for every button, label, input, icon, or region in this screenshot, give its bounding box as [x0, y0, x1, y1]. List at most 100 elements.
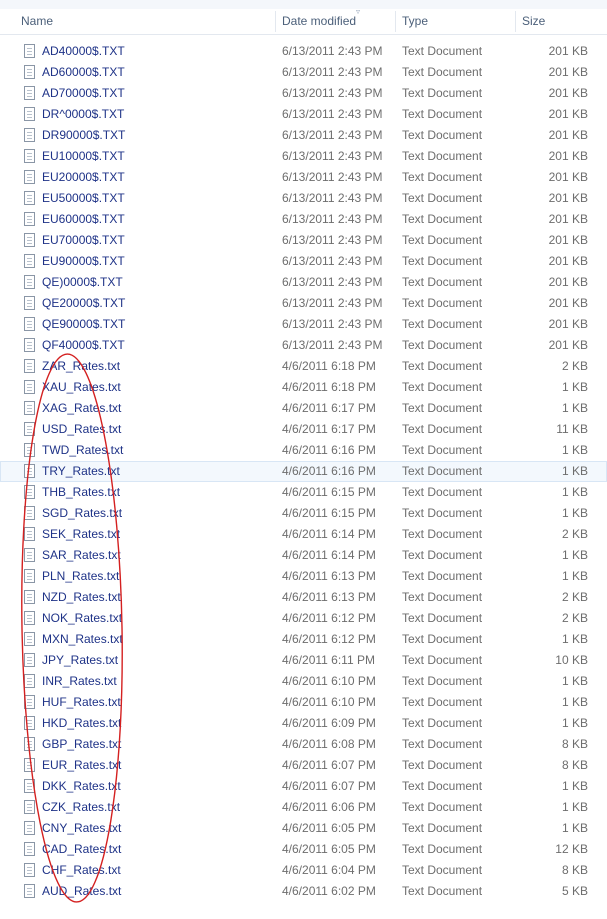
file-row[interactable]: USD_Rates.txt 4/6/2011 6:17 PM Text Docume…: [0, 419, 607, 440]
file-name: AD70000$.TXT: [42, 86, 125, 100]
file-row[interactable]: GBP_Rates.txt 4/6/2011 6:08 PM Text Docume…: [0, 734, 607, 755]
text-document-icon: [24, 464, 35, 478]
file-row[interactable]: TWD_Rates.txt 4/6/2011 6:16 PM Text Docume…: [0, 440, 607, 461]
text-document-icon: [24, 254, 35, 268]
file-size: 201 KB: [548, 212, 588, 226]
file-row[interactable]: AD60000$.TXT 6/13/2011 2:43 PM Text Docume…: [0, 62, 607, 83]
file-row[interactable]: QE)0000$.TXT 6/13/2011 2:43 PM Text Docume…: [0, 272, 607, 293]
file-name: CNY_Rates.txt: [42, 821, 122, 835]
file-row[interactable]: EU90000$.TXT 6/13/2011 2:43 PM Text Docume…: [0, 251, 607, 272]
file-name: SEK_Rates.txt: [42, 527, 121, 541]
file-row[interactable]: AD40000$.TXT 6/13/2011 2:43 PM Text Docume…: [0, 41, 607, 62]
file-date-modified: 4/6/2011 6:09 PM: [282, 716, 376, 730]
sort-indicator-icon: ▿: [356, 7, 361, 16]
file-row[interactable]: NOK_Rates.txt 4/6/2011 6:12 PM Text Docume…: [0, 608, 607, 629]
file-row[interactable]: DKK_Rates.txt 4/6/2011 6:07 PM Text Docume…: [0, 776, 607, 797]
text-document-icon: [24, 653, 35, 667]
file-row[interactable]: JPY_Rates.txt 4/6/2011 6:11 PM Text Docume…: [0, 650, 607, 671]
file-name: CAD_Rates.txt: [42, 842, 122, 856]
file-type: Text Document: [402, 254, 483, 268]
file-row[interactable]: QE20000$.TXT 6/13/2011 2:43 PM Text Docume…: [0, 293, 607, 314]
file-row[interactable]: CHF_Rates.txt 4/6/2011 6:04 PM Text Docume…: [0, 860, 607, 881]
file-name: CZK_Rates.txt: [42, 800, 121, 814]
file-size: 2 KB: [561, 359, 588, 373]
file-type: Text Document: [402, 884, 483, 898]
file-type: Text Document: [402, 86, 483, 100]
file-name: GBP_Rates.txt: [42, 737, 122, 751]
file-row[interactable]: XAG_Rates.txt 4/6/2011 6:17 PM Text Docume…: [0, 398, 607, 419]
column-header-type[interactable]: Type: [402, 9, 428, 34]
file-date-modified: 4/6/2011 6:10 PM: [282, 674, 376, 688]
file-size: 201 KB: [548, 317, 588, 331]
file-row[interactable]: SAR_Rates.txt 4/6/2011 6:14 PM Text Docume…: [0, 545, 607, 566]
file-row[interactable]: PLN_Rates.txt 4/6/2011 6:13 PM Text Docume…: [0, 566, 607, 587]
file-name: EU60000$.TXT: [42, 212, 125, 226]
file-row[interactable]: DR^0000$.TXT 6/13/2011 2:43 PM Text Docume…: [0, 104, 607, 125]
file-row[interactable]: SEK_Rates.txt 4/6/2011 6:14 PM Text Docume…: [0, 524, 607, 545]
file-size: 2 KB: [561, 611, 588, 625]
file-date-modified: 4/6/2011 6:18 PM: [282, 380, 376, 394]
file-name: EU50000$.TXT: [42, 191, 125, 205]
column-divider[interactable]: [275, 11, 276, 32]
file-row[interactable]: MXN_Rates.txt 4/6/2011 6:12 PM Text Docume…: [0, 629, 607, 650]
file-date-modified: 4/6/2011 6:13 PM: [282, 569, 376, 583]
file-row[interactable]: CAD_Rates.txt 4/6/2011 6:05 PM Text Docume…: [0, 839, 607, 860]
file-row[interactable]: EU70000$.TXT 6/13/2011 2:43 PM Text Docume…: [0, 230, 607, 251]
file-size: 1 KB: [561, 800, 588, 814]
file-row[interactable]: SGD_Rates.txt 4/6/2011 6:15 PM Text Docume…: [0, 503, 607, 524]
file-row[interactable]: INR_Rates.txt 4/6/2011 6:10 PM Text Docume…: [0, 671, 607, 692]
file-row[interactable]: AUD_Rates.txt 4/6/2011 6:02 PM Text Docume…: [0, 881, 607, 902]
file-row[interactable]: EUR_Rates.txt 4/6/2011 6:07 PM Text Docume…: [0, 755, 607, 776]
file-type: Text Document: [402, 44, 483, 58]
text-document-icon: [24, 170, 35, 184]
file-row[interactable]: DR90000$.TXT 6/13/2011 2:43 PM Text Docume…: [0, 125, 607, 146]
column-header-date-modified[interactable]: Date modified: [282, 9, 356, 34]
file-size: 201 KB: [548, 44, 588, 58]
file-name: USD_Rates.txt: [42, 422, 122, 436]
text-document-icon: [24, 380, 35, 394]
file-row[interactable]: AD70000$.TXT 6/13/2011 2:43 PM Text Docume…: [0, 83, 607, 104]
file-rows: AD40000$.TXT 6/13/2011 2:43 PM Text Docume…: [0, 41, 607, 902]
file-date-modified: 6/13/2011 2:43 PM: [282, 128, 383, 142]
file-date-modified: 4/6/2011 6:06 PM: [282, 800, 376, 814]
file-date-modified: 4/6/2011 6:02 PM: [282, 884, 376, 898]
file-name: EU20000$.TXT: [42, 170, 125, 184]
file-date-modified: 6/13/2011 2:43 PM: [282, 212, 383, 226]
file-type: Text Document: [402, 296, 483, 310]
file-row[interactable]: ZAR_Rates.txt 4/6/2011 6:18 PM Text Docume…: [0, 356, 607, 377]
text-document-icon: [24, 569, 35, 583]
file-row[interactable]: EU60000$.TXT 6/13/2011 2:43 PM Text Docume…: [0, 209, 607, 230]
file-date-modified: 4/6/2011 6:12 PM: [282, 632, 376, 646]
file-row[interactable]: XAU_Rates.txt 4/6/2011 6:18 PM Text Docume…: [0, 377, 607, 398]
file-date-modified: 6/13/2011 2:43 PM: [282, 191, 383, 205]
file-type: Text Document: [402, 191, 483, 205]
file-size: 1 KB: [561, 506, 588, 520]
file-date-modified: 4/6/2011 6:15 PM: [282, 506, 376, 520]
file-row[interactable]: QE90000$.TXT 6/13/2011 2:43 PM Text Docume…: [0, 314, 607, 335]
column-header-name[interactable]: Name: [21, 9, 53, 34]
file-row[interactable]: TRY_Rates.txt 4/6/2011 6:16 PM Text Docume…: [0, 461, 607, 482]
file-row[interactable]: HUF_Rates.txt 4/6/2011 6:10 PM Text Docume…: [0, 692, 607, 713]
file-date-modified: 6/13/2011 2:43 PM: [282, 338, 383, 352]
file-row[interactable]: QF40000$.TXT 6/13/2011 2:43 PM Text Docume…: [0, 335, 607, 356]
column-header-size[interactable]: Size: [522, 9, 545, 34]
file-row[interactable]: CZK_Rates.txt 4/6/2011 6:06 PM Text Docume…: [0, 797, 607, 818]
text-document-icon: [24, 737, 35, 751]
file-size: 201 KB: [548, 233, 588, 247]
file-date-modified: 4/6/2011 6:10 PM: [282, 695, 376, 709]
file-row[interactable]: EU20000$.TXT 6/13/2011 2:43 PM Text Docume…: [0, 167, 607, 188]
file-type: Text Document: [402, 128, 483, 142]
file-row[interactable]: NZD_Rates.txt 4/6/2011 6:13 PM Text Docume…: [0, 587, 607, 608]
file-row[interactable]: HKD_Rates.txt 4/6/2011 6:09 PM Text Docume…: [0, 713, 607, 734]
file-size: 1 KB: [561, 695, 588, 709]
file-row[interactable]: THB_Rates.txt 4/6/2011 6:15 PM Text Docume…: [0, 482, 607, 503]
file-row[interactable]: EU10000$.TXT 6/13/2011 2:43 PM Text Docume…: [0, 146, 607, 167]
file-size: 2 KB: [561, 590, 588, 604]
file-type: Text Document: [402, 632, 483, 646]
file-size: 8 KB: [561, 758, 588, 772]
file-date-modified: 4/6/2011 6:12 PM: [282, 611, 376, 625]
column-divider[interactable]: [395, 11, 396, 32]
file-row[interactable]: CNY_Rates.txt 4/6/2011 6:05 PM Text Docume…: [0, 818, 607, 839]
column-divider[interactable]: [515, 11, 516, 32]
file-row[interactable]: EU50000$.TXT 6/13/2011 2:43 PM Text Docume…: [0, 188, 607, 209]
